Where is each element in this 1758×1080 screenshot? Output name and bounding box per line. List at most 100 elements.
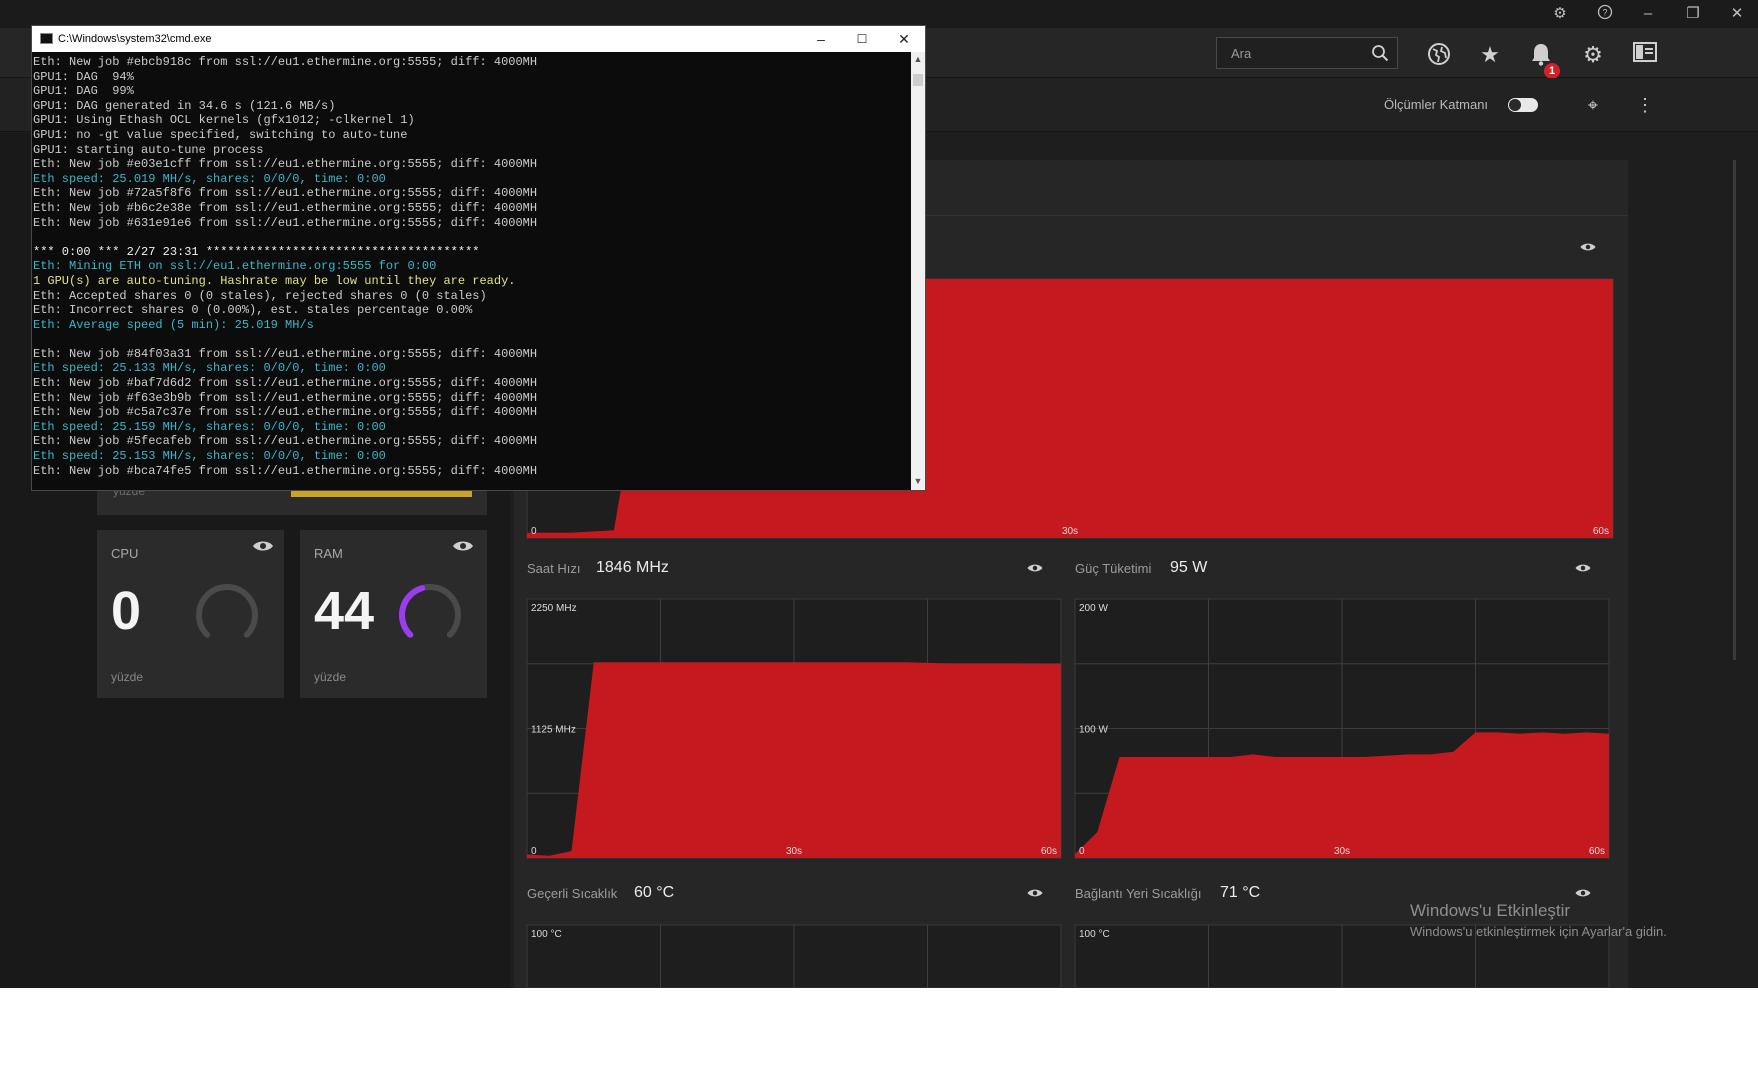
cmd-line: GPU1: no -gt value specified, switching … <box>33 127 408 142</box>
gauge-track <box>196 584 258 638</box>
eye-icon[interactable] <box>1026 887 1044 899</box>
temperature-graph: 100 °C <box>526 924 1062 988</box>
restore-icon[interactable]: ❐ <box>1683 4 1703 24</box>
y-axis-label: 2250 MHz <box>531 603 577 614</box>
cmd-line: Eth: New job #ebcb918c from ssl://eu1.et… <box>33 55 538 69</box>
search-input[interactable]: Ara <box>1216 37 1398 69</box>
cmd-line: *** 0:00 *** 2/27 23:31 ****************… <box>33 244 480 259</box>
svg-text:?: ? <box>1602 8 1607 18</box>
cmd-line: Eth speed: 25.159 MH/s, shares: 0/0/0, t… <box>33 419 386 434</box>
cmd-line <box>33 230 910 245</box>
y-axis-label: 200 W <box>1079 603 1108 614</box>
temp-label: Geçerli Sıcaklık <box>527 886 618 901</box>
ram-gauge <box>399 584 461 638</box>
help-icon[interactable]: ? <box>1595 4 1615 24</box>
cmd-line: Eth: Mining ETH on ssl://eu1.ethermine.o… <box>33 259 437 274</box>
y-axis-label: 0 <box>531 526 537 537</box>
junction-label: Bağlantı Yeri Sıcaklığı <box>1075 886 1202 901</box>
x-axis-label: 60s <box>1041 846 1057 857</box>
gear-icon[interactable]: ⚙ <box>1580 42 1606 68</box>
cpu-card: CPU 0 yüzde <box>97 530 284 698</box>
cmd-titlebar[interactable]: C:\Windows\system32\cmd.exe – ☐ ✕ <box>32 26 925 52</box>
cmd-line: GPU1: DAG generated in 34.6 s (121.6 MB/… <box>33 98 336 113</box>
cpu-value: 0 <box>111 581 142 641</box>
cmd-line: Eth: New job #631e91e6 from ssl://eu1.et… <box>33 215 538 230</box>
ram-unit: yüzde <box>314 670 347 684</box>
cmd-title-text: C:\Windows\system32\cmd.exe <box>58 33 212 45</box>
cmd-scrollbar[interactable]: ▲ ▼ <box>911 52 925 490</box>
bug-icon[interactable]: ⚙ <box>1550 4 1570 24</box>
minimize-icon[interactable]: – <box>801 26 841 52</box>
cmd-line: Eth: Average speed (5 min): 25.019 MH/s <box>33 317 314 332</box>
cpu-unit: yüzde <box>111 670 144 684</box>
power-label: Güç Tüketimi <box>1075 561 1152 576</box>
cmd-line: Eth: New job #f63e3b9b from ssl://eu1.et… <box>33 390 538 405</box>
x-axis-label: 30s <box>1062 526 1078 537</box>
cmd-line: Eth: Incorrect shares 0 (0.00%), est. st… <box>33 303 473 318</box>
activation-watermark-title: Windows'u Etkinleştir <box>1410 901 1571 920</box>
page-scrollbar[interactable] <box>1733 160 1736 660</box>
cmd-line: Eth: New job #84f03a31 from ssl://eu1.et… <box>33 346 538 361</box>
eye-icon[interactable] <box>1579 241 1597 253</box>
ram-card: RAM 44 yüzde <box>300 530 487 698</box>
clock-graph: 2250 MHz 1125 MHz 0 30s 60s <box>526 598 1062 859</box>
y-axis-label: 0 <box>531 846 537 857</box>
eye-icon[interactable] <box>252 538 274 554</box>
close-icon[interactable]: ✕ <box>1727 4 1747 24</box>
cmd-line: Eth: New job #bca74fe5 from ssl://eu1.et… <box>33 463 538 478</box>
scroll-down-icon[interactable]: ▼ <box>911 476 925 486</box>
y-axis-label: 100 W <box>1079 725 1108 736</box>
close-icon[interactable]: ✕ <box>884 26 924 52</box>
ram-value: 44 <box>314 581 375 641</box>
eye-icon[interactable] <box>452 538 474 554</box>
cpu-gauge <box>196 584 258 638</box>
cmd-line: Eth: New job #72a5f8f6 from ssl://eu1.et… <box>33 186 538 201</box>
ram-title: RAM <box>314 546 343 561</box>
globe-icon[interactable] <box>1426 42 1452 68</box>
x-axis-label: 60s <box>1593 526 1609 537</box>
x-axis-label: 30s <box>786 846 802 857</box>
scroll-up-icon[interactable]: ▲ <box>911 54 925 64</box>
metrics-overlay-label: Ölçümler Katmanı <box>1384 97 1489 112</box>
cmd-line: Eth: New job #c5a7c37e from ssl://eu1.et… <box>33 405 538 420</box>
cmd-line: GPU1: Using Ethash OCL kernels (gfx1012;… <box>33 113 415 128</box>
search-icon[interactable] <box>1371 44 1389 62</box>
search-placeholder: Ara <box>1231 46 1252 61</box>
cmd-line: Eth: Accepted shares 0 (0 stales), rejec… <box>33 288 487 303</box>
power-value: 95 W <box>1170 559 1208 576</box>
eye-icon[interactable] <box>1574 562 1592 574</box>
star-icon[interactable]: ★ <box>1477 42 1503 68</box>
y-axis-label: 0 <box>1079 846 1085 857</box>
cmd-line: GPU1: DAG 99% <box>33 84 134 99</box>
cmd-line: Eth: New job #5fecafeb from ssl://eu1.et… <box>33 434 538 449</box>
cmd-line <box>33 332 910 347</box>
maximize-icon[interactable]: ☐ <box>842 26 882 52</box>
y-axis-label: 1125 MHz <box>531 725 576 736</box>
y-axis-label: 100 °C <box>531 929 562 940</box>
cmd-line: Eth speed: 25.153 MH/s, shares: 0/0/0, t… <box>33 449 386 464</box>
cmd-line: GPU1: starting auto-tune process <box>33 142 264 157</box>
graph-area <box>527 662 1061 858</box>
toggle-knob <box>1509 99 1521 111</box>
cmd-app-icon <box>40 33 53 44</box>
crosshair-icon[interactable]: ⌖ <box>1580 92 1606 118</box>
minimize-icon[interactable]: – <box>1638 4 1658 24</box>
temp-value: 60 °C <box>634 884 675 901</box>
radeon-software-window: ⚙ ? – ❐ ✕ Ara ★ 1 ⚙ Ölçümler Katmanı ⌖ ⋮ <box>0 0 1758 988</box>
cmd-window[interactable]: C:\Windows\system32\cmd.exe – ☐ ✕ Eth: N… <box>31 25 926 491</box>
eye-icon[interactable] <box>1574 887 1592 899</box>
eye-icon[interactable] <box>1026 562 1044 574</box>
clock-label: Saat Hızı <box>527 561 581 576</box>
sidebar-layout-icon[interactable] <box>1632 42 1658 68</box>
metrics-overlay-toggle[interactable] <box>1508 98 1538 112</box>
cmd-output[interactable]: Eth: New job #ebcb918c from ssl://eu1.et… <box>32 52 910 490</box>
more-options-icon[interactable]: ⋮ <box>1632 92 1658 118</box>
clock-value: 1846 MHz <box>596 559 669 576</box>
cmd-line: Eth: New job #b6c2e38e from ssl://eu1.et… <box>33 200 538 215</box>
notification-badge: 1 <box>1544 63 1560 79</box>
activation-watermark-subtitle: Windows'u etkinleştirmek için Ayarlar'a … <box>1410 924 1667 939</box>
cmd-line: Eth: New job #e03e1cff from ssl://eu1.et… <box>33 157 538 172</box>
scroll-thumb[interactable] <box>913 74 923 86</box>
x-axis-label: 30s <box>1334 846 1350 857</box>
y-axis-label: 100 °C <box>1079 929 1110 940</box>
